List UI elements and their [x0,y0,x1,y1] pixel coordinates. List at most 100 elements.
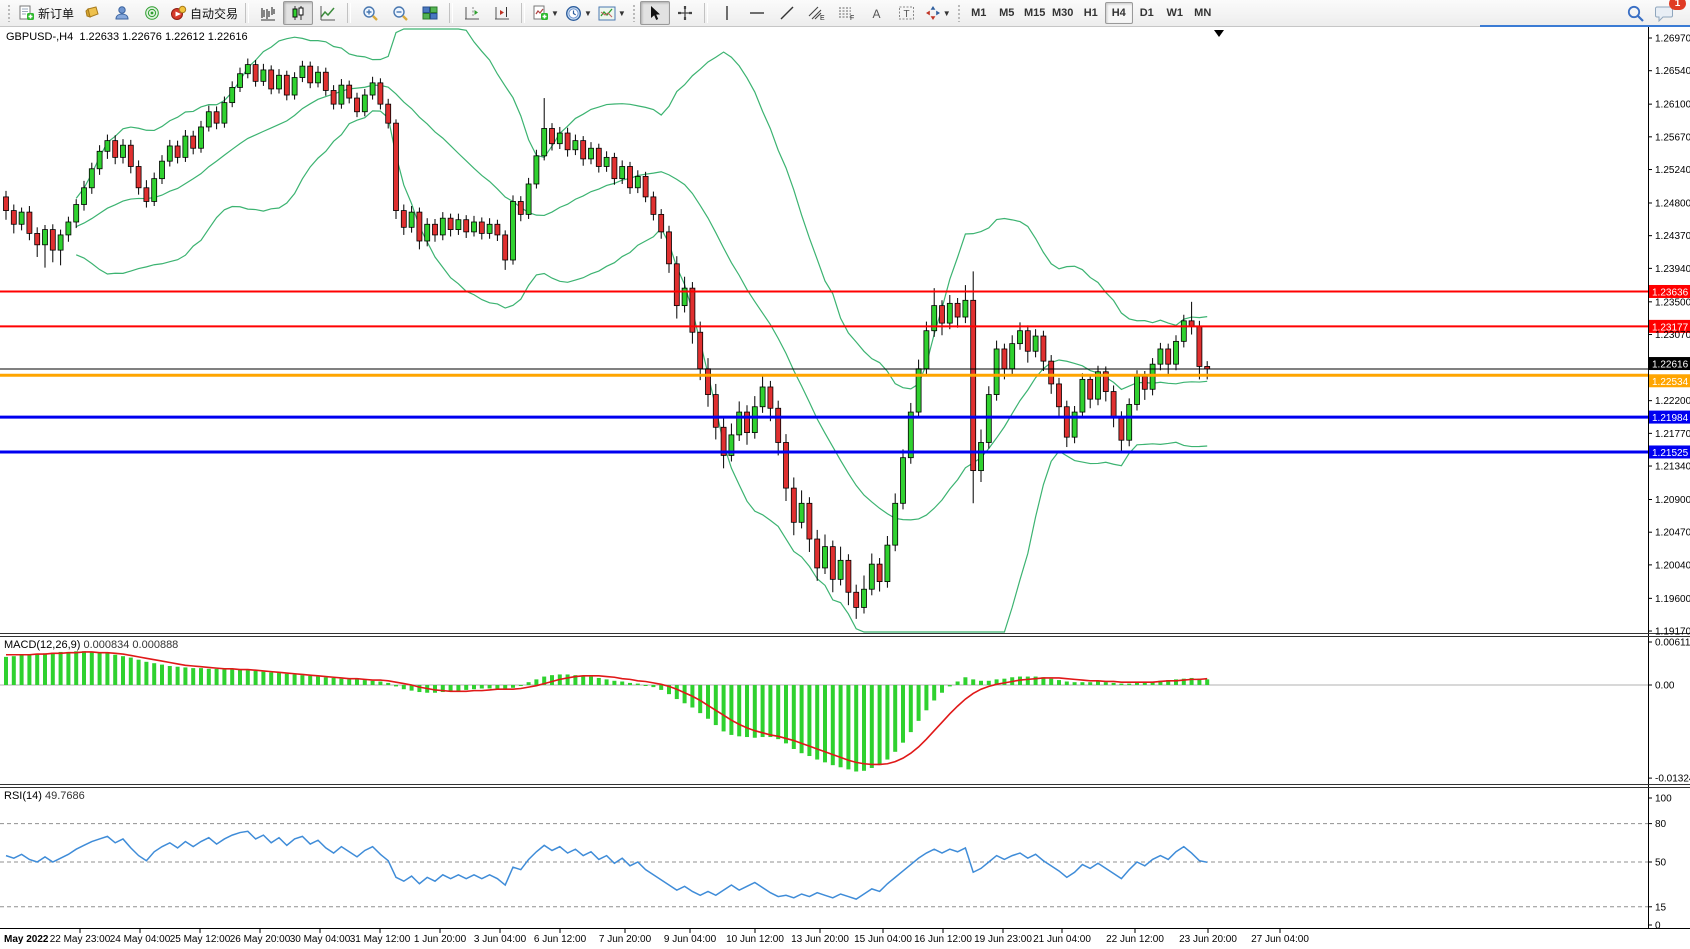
price-tag-label: 1.22616 [1652,360,1689,371]
periods-clock-icon [565,5,582,22]
dropdown-caret[interactable]: ▼ [943,9,951,18]
bollinger-lower-band [76,111,1207,632]
vertical-line-button[interactable] [712,1,742,25]
toolbar-separator [347,3,351,23]
chart-shift-button[interactable] [457,1,487,25]
axis-tick-label: 1.20040 [1655,560,1690,571]
time-axis-label: 6 Jun 12:00 [534,934,587,945]
axis-tick-label: 0.00 [1655,681,1675,692]
time-axis-label: 1 Jun 20:00 [414,934,467,945]
timeframe-MN[interactable]: MN [1189,2,1217,24]
fibonacci-button[interactable]: F [832,1,862,25]
axis-tick-label: 1.19600 [1655,594,1690,605]
cursor-button[interactable] [640,1,670,25]
timeframe-M15[interactable]: M15 [1021,2,1049,24]
crosshair-button[interactable] [670,1,700,25]
toolbar: 新订单 [0,0,1690,27]
dropdown-caret[interactable]: ▼ [618,9,626,18]
axis-tick-label: 50 [1655,858,1667,869]
search-button[interactable] [1620,1,1650,25]
text-button[interactable]: A [862,1,892,25]
line-chart-button[interactable] [313,1,343,25]
bollinger-middle-band [76,85,1207,520]
vertical-line-icon [720,5,734,21]
zoom-out-button[interactable] [385,1,415,25]
channel-button[interactable]: E [802,1,832,25]
search-icon [1626,4,1645,23]
price-tag-label: 1.21984 [1652,413,1689,424]
timeframe-D1[interactable]: D1 [1133,2,1161,24]
axis-tick-label: 1.23070 [1655,330,1690,341]
axis-tick-label: 1.26100 [1655,100,1690,111]
timeframe-H4[interactable]: H4 [1105,2,1133,24]
svg-text:E: E [820,15,825,21]
timeframe-M5[interactable]: M5 [993,2,1021,24]
axis-tick-label: 1.26540 [1655,66,1690,77]
timeframe-H1[interactable]: H1 [1077,2,1105,24]
time-axis-label: 15 Jun 04:00 [854,934,912,945]
toolbar-grip[interactable] [957,4,962,22]
zoom-in-button[interactable] [355,1,385,25]
timeframe-M30[interactable]: M30 [1049,2,1077,24]
time-axis-label: 22 May 23:00 [50,934,111,945]
zoom-in-icon [362,5,379,22]
dropdown-caret[interactable]: ▼ [551,9,559,18]
templates-button[interactable]: ▼ [595,1,629,25]
autotrading-button[interactable]: 自动交易 [167,1,241,25]
axis-tick-label: 1.19170 [1655,627,1690,638]
text-label-icon: T [898,5,915,21]
scroll-marker-icon[interactable] [1214,30,1224,37]
line-chart-icon [320,5,336,21]
toolbar-accent-line [1480,25,1690,27]
gold-button[interactable] [77,1,107,25]
new-order-button[interactable]: 新订单 [15,1,77,25]
crosshair-icon [677,5,693,21]
indicators-icon [532,5,549,21]
notifications-button[interactable]: 1 [1650,1,1680,25]
axis-tick-label: 1.24370 [1655,231,1690,242]
axis-tick-label: 1.20470 [1655,528,1690,539]
axis-tick-label: 80 [1655,819,1667,830]
auto-scroll-button[interactable] [487,1,517,25]
axis-tick-label: 1.23940 [1655,264,1690,275]
axis-tick-label: 0 [1655,921,1661,932]
trendline-button[interactable] [772,1,802,25]
indicators-button[interactable]: ▼ [529,1,562,25]
timeframe-W1[interactable]: W1 [1161,2,1189,24]
time-axis-label: 7 Jun 20:00 [599,934,652,945]
arrows-button[interactable]: ▼ [922,1,954,25]
toolbar-separator [245,3,249,23]
periods-button[interactable]: ▼ [562,1,595,25]
time-axis-label: May 2022 [4,934,49,945]
axis-tick-label: 0.006114 [1655,638,1690,649]
horizontal-line-button[interactable] [742,1,772,25]
templates-icon [598,6,616,21]
axis-tick-label: -0.01324 [1655,774,1690,785]
svg-text:T: T [904,9,910,20]
timeframe-M1[interactable]: M1 [965,2,993,24]
tile-windows-button[interactable] [415,1,445,25]
toolbar-grip[interactable] [632,4,637,22]
macd-name: MACD(12,26,9) [4,639,80,651]
bar-chart-button[interactable] [253,1,283,25]
text-label-button[interactable]: T [892,1,922,25]
toolbar-grip[interactable] [7,4,12,22]
rsi-name: RSI(14) [4,790,42,802]
time-axis-label: 24 May 04:00 [110,934,171,945]
time-axis-label: 27 Jun 04:00 [1251,934,1309,945]
candlestick-button[interactable] [283,1,313,25]
time-axis-label: 19 Jun 23:00 [974,934,1032,945]
axis-tick-label: 100 [1655,794,1672,805]
time-axis-label: 10 Jun 12:00 [726,934,784,945]
svg-text:F: F [850,15,854,21]
time-axis-label: 30 May 04:00 [290,934,351,945]
dropdown-caret[interactable]: ▼ [584,9,592,18]
signals-button[interactable] [137,1,167,25]
axis-tick-label: 1.22200 [1655,396,1690,407]
macd-values: 0.000834 0.000888 [83,639,178,651]
axis-tick-label: 1.23500 [1655,297,1690,308]
community-button[interactable] [107,1,137,25]
signals-icon [144,5,160,21]
chart-canvas[interactable]: 1.236361.231771.219841.215251.226161.225… [0,0,1690,949]
timeframe-toolbar: M1M5M15M30H1H4D1W1MN [965,2,1217,24]
